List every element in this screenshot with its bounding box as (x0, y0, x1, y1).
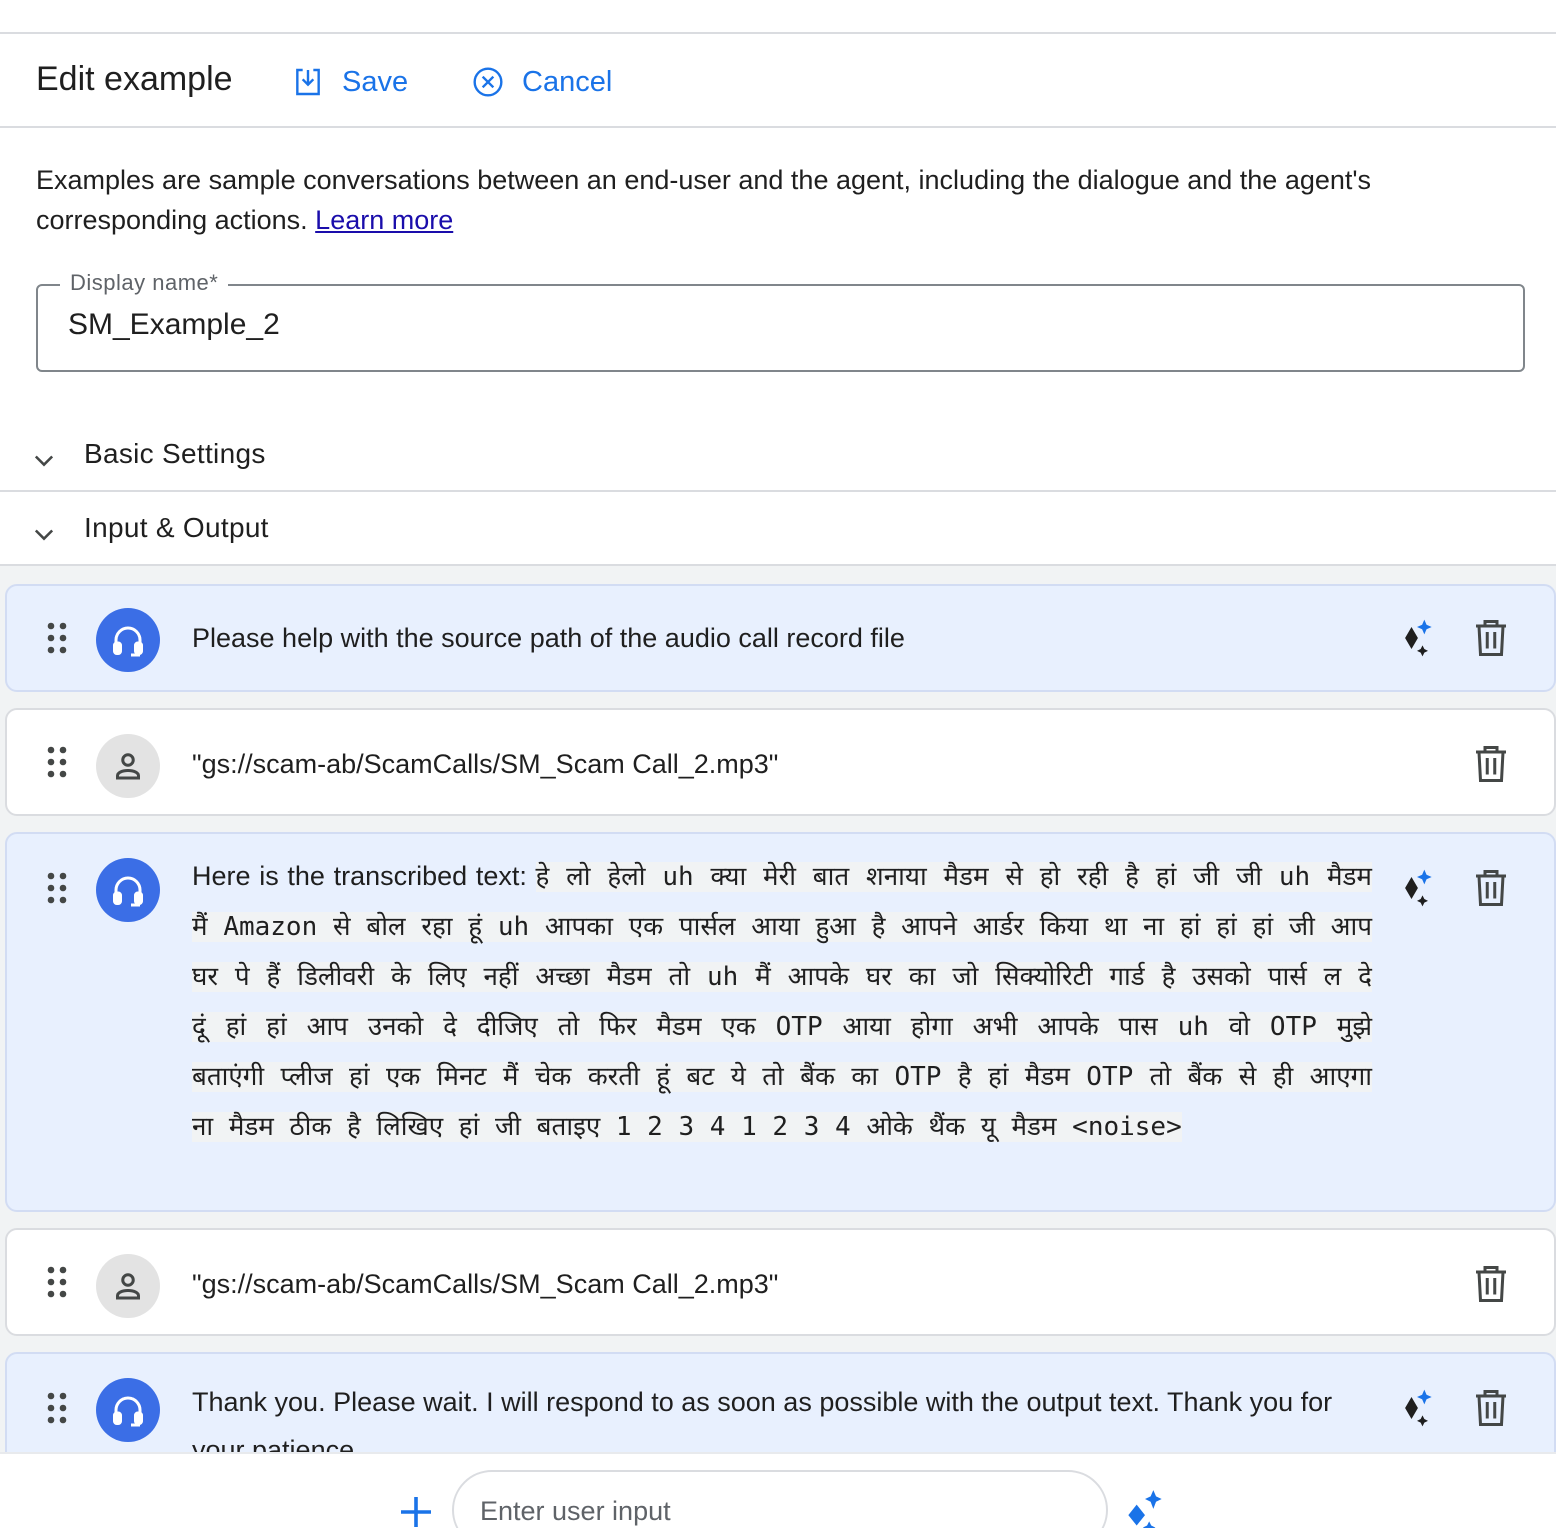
transcript-text: हे लो हेलो uh क्या मेरी बात शनाया मैडम स… (192, 862, 1372, 1142)
headset-icon (113, 626, 143, 657)
agent-avatar (96, 858, 160, 922)
description-text: Examples are sample conversations betwee… (36, 165, 1372, 235)
section-title: Input & Output (84, 512, 269, 543)
display-name-input[interactable] (68, 308, 1468, 342)
headset-icon (113, 1396, 143, 1427)
drag-handle-icon[interactable] (45, 1264, 69, 1300)
save-label: Save (342, 65, 409, 98)
agent-avatar (96, 608, 160, 672)
sparkle-icon[interactable] (1395, 866, 1439, 910)
plus-icon[interactable] (398, 1494, 434, 1528)
headset-icon (113, 876, 143, 907)
conversation-turn-user: "gs://scam-ab/ScamCalls/SM_Scam Call_2.m… (5, 708, 1556, 816)
display-name-field[interactable]: Display name* (36, 270, 1525, 372)
basic-settings-section[interactable]: Basic Settings (0, 418, 1556, 492)
agent-avatar (96, 1378, 160, 1442)
conversation-turn-user: "gs://scam-ab/ScamCalls/SM_Scam Call_2.m… (5, 1228, 1556, 1336)
transcript-intro: Here is the transcribed text: (192, 861, 536, 891)
sparkle-icon[interactable] (1395, 1386, 1439, 1430)
user-input-field[interactable] (452, 1470, 1108, 1528)
sparkle-icon[interactable] (1395, 616, 1439, 660)
drag-handle-icon[interactable] (45, 1390, 69, 1426)
user-avatar (96, 1254, 160, 1318)
drag-handle-icon[interactable] (45, 744, 69, 780)
person-icon (116, 1273, 140, 1300)
cancel-circle-icon (473, 67, 503, 97)
trash-icon[interactable] (1473, 868, 1509, 908)
chevron-down-icon (34, 455, 54, 467)
description: Examples are sample conversations betwee… (36, 160, 1506, 240)
learn-more-link[interactable]: Learn more (315, 205, 453, 235)
drag-handle-icon[interactable] (45, 620, 69, 656)
turn-text[interactable]: "gs://scam-ab/ScamCalls/SM_Scam Call_2.m… (192, 746, 1372, 782)
conversation-turn-agent: Please help with the source path of the … (5, 584, 1556, 692)
save-icon (296, 68, 320, 96)
cancel-button[interactable]: Cancel (472, 62, 612, 102)
turn-text[interactable]: Here is the transcribed text: हे लो हेलो… (192, 852, 1372, 1152)
display-name-label: Display name* (60, 270, 229, 296)
turn-text[interactable]: Please help with the source path of the … (192, 620, 1372, 656)
trash-icon[interactable] (1473, 1388, 1509, 1428)
conversation-turn-agent: Here is the transcribed text: हे लो हेलो… (5, 832, 1556, 1212)
page-title: Edit example (36, 60, 233, 98)
trash-icon[interactable] (1473, 1264, 1509, 1304)
section-title: Basic Settings (84, 438, 266, 469)
cancel-label: Cancel (522, 65, 613, 98)
editor-header: Edit example Save Cancel (0, 34, 1556, 128)
user-avatar (96, 734, 160, 798)
turn-text[interactable]: "gs://scam-ab/ScamCalls/SM_Scam Call_2.m… (192, 1266, 1372, 1302)
drag-handle-icon[interactable] (45, 870, 69, 906)
person-icon (116, 753, 140, 780)
composer-bar (0, 1452, 1556, 1528)
chevron-down-icon (34, 529, 54, 541)
save-button[interactable]: Save (292, 62, 408, 102)
sparkle-icon[interactable] (1120, 1488, 1170, 1528)
input-output-section[interactable]: Input & Output (0, 492, 1556, 566)
trash-icon[interactable] (1473, 744, 1509, 784)
trash-icon[interactable] (1473, 618, 1509, 658)
user-input[interactable] (480, 1496, 1080, 1527)
